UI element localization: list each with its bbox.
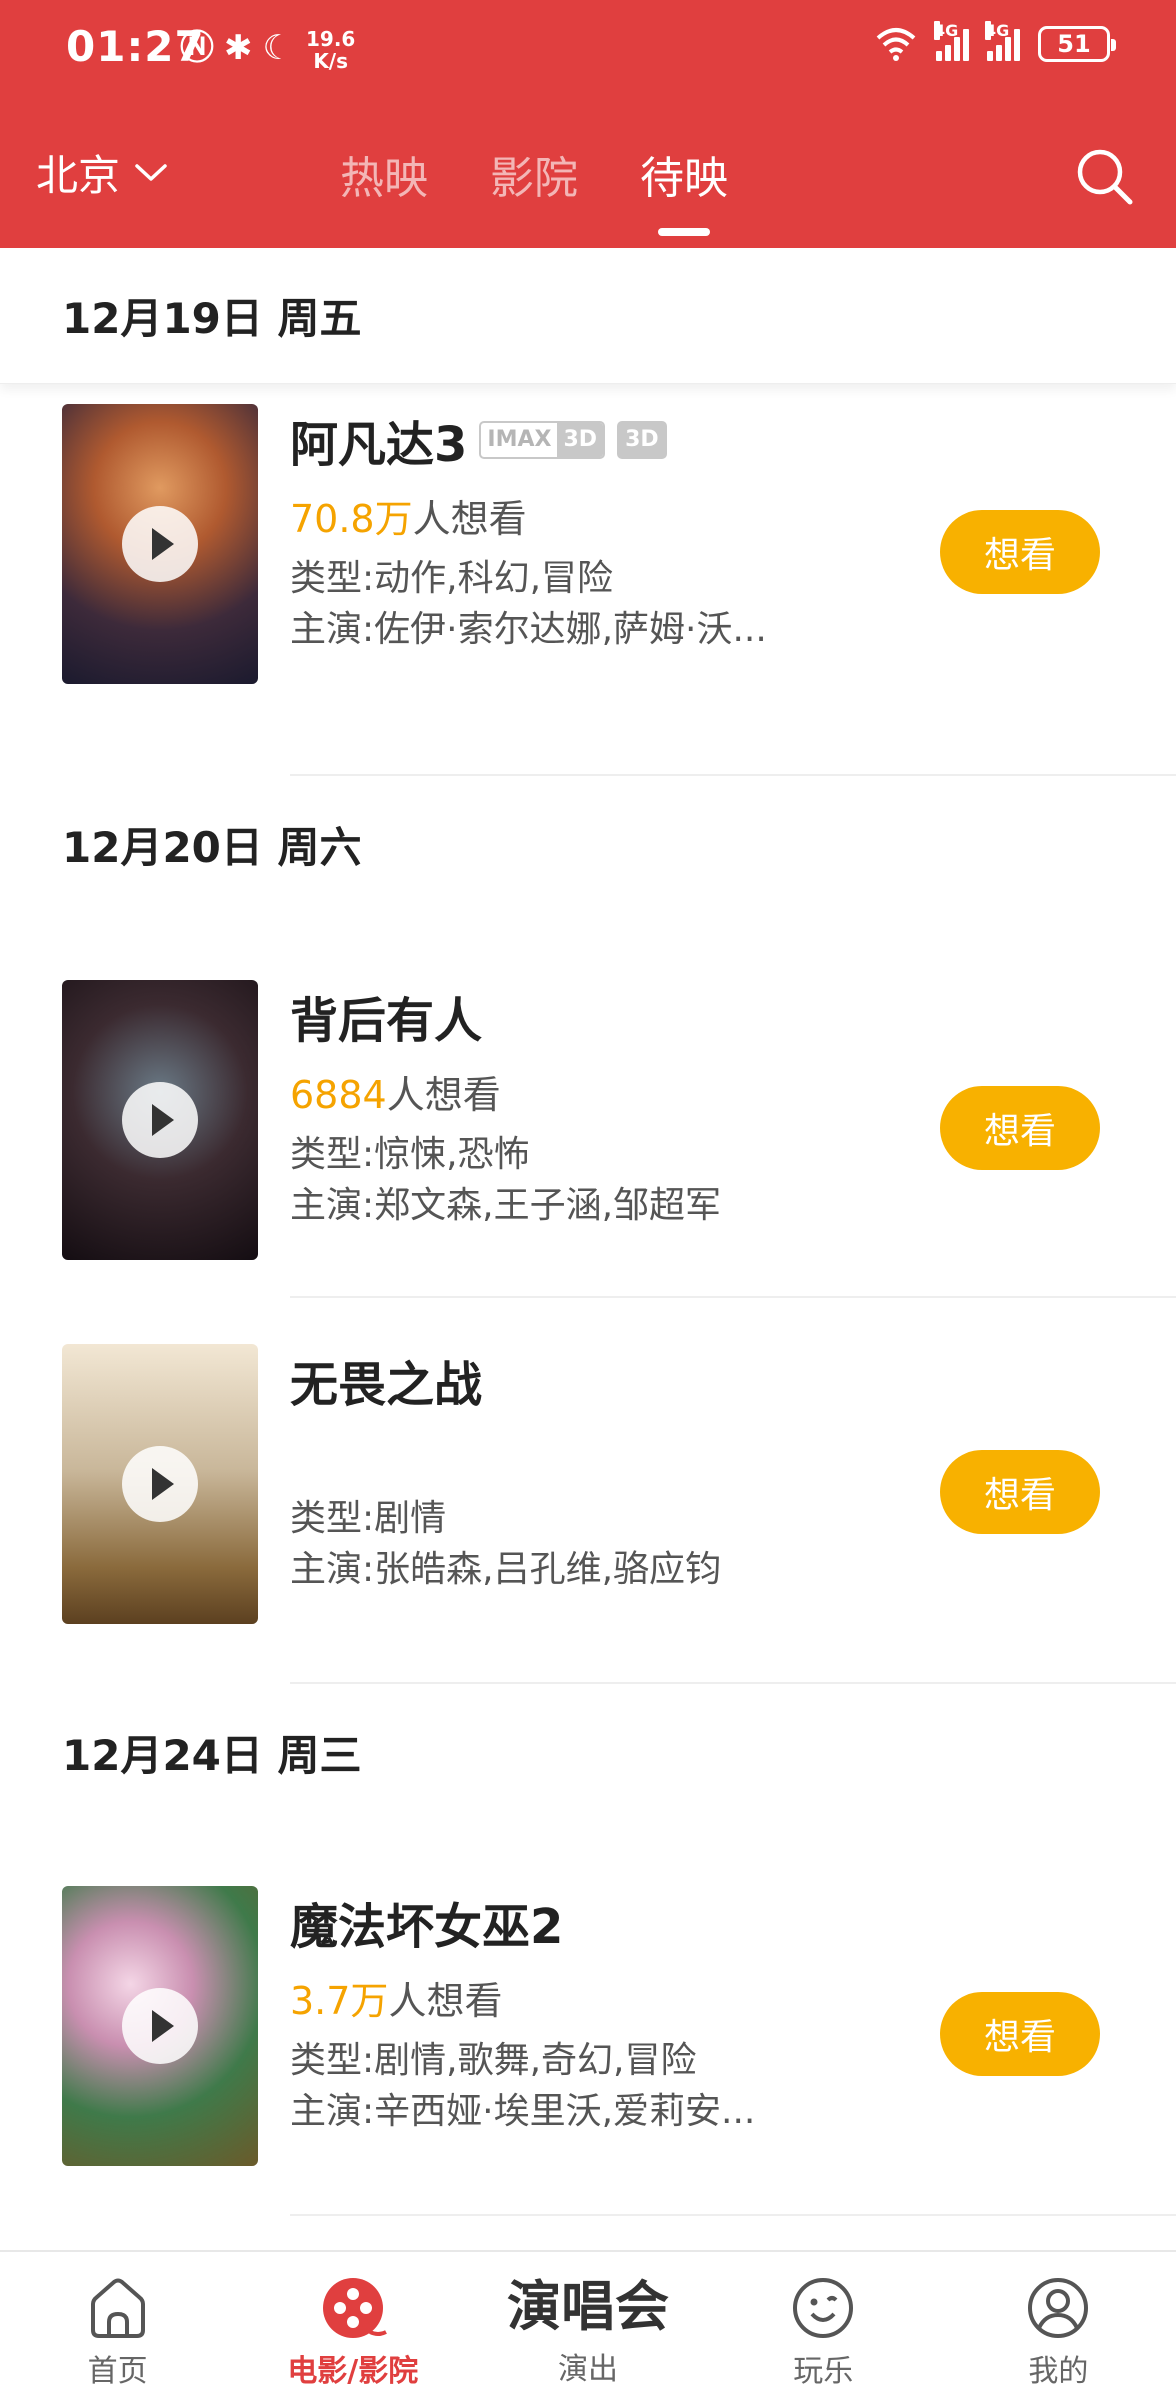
want-count: 70.8万人想看: [290, 476, 910, 541]
movie-title: 魔法坏女巫2: [290, 1899, 564, 1955]
cell-signal-1-label: 4G: [934, 21, 959, 40]
list-item[interactable]: 阿凡达3 IMAX 3D 3D 70.8万人想看 类型:动作,科幻,冒险 主演:…: [0, 404, 1176, 776]
want-count-empty: [290, 1416, 910, 1478]
status-bar: 01:27 Ⓝ ✱ ☾ 19.6 K/s 4G 4G 51: [0, 0, 1176, 100]
chevron-down-icon: [135, 163, 167, 181]
movie-poster[interactable]: [62, 404, 258, 684]
tab-coming-soon[interactable]: 待映: [640, 142, 728, 230]
moon-icon: ☾: [262, 28, 293, 68]
movie-poster[interactable]: [62, 1886, 258, 2166]
movie-cast: 主演:佐伊·索尔达娜,萨姆·沃...: [290, 609, 767, 650]
movie-poster[interactable]: [62, 1344, 258, 1624]
bottom-nav-label: 演出: [558, 2352, 618, 2387]
bottom-nav-home[interactable]: 首页: [0, 2252, 235, 2400]
want-count-suffix: 人想看: [412, 497, 527, 541]
play-icon[interactable]: [122, 506, 198, 582]
bottom-nav-label: 电影/影院: [287, 2354, 419, 2389]
bluetooth-icon: ✱: [224, 28, 253, 68]
list-item[interactable]: 背后有人 6884人想看 类型:惊悚,恐怖 主演:郑文森,王子涵,邹超军 想看: [0, 912, 1176, 1298]
battery-icon: 51: [1038, 26, 1116, 62]
title-row: 魔法坏女巫2: [290, 1886, 910, 1958]
imax-3d-label: 3D: [557, 423, 604, 457]
movie-cast: 主演:辛西娅·埃里沃,爱莉安...: [290, 2091, 756, 2132]
network-speed: 19.6 K/s: [306, 28, 355, 72]
movie-info: 无畏之战 类型:剧情 主演:张皓森,吕孔维,骆应钧: [290, 1344, 910, 1602]
movie-title: 背后有人: [290, 993, 483, 1049]
city-name: 北京: [36, 151, 121, 200]
cell-signal-1-icon: 4G: [934, 21, 969, 61]
imax-3d-badge: IMAX 3D: [479, 421, 606, 459]
status-right-icons: 4G 4G 51: [874, 21, 1116, 62]
movie-title: 无畏之战: [290, 1357, 483, 1413]
bottom-nav-movies[interactable]: 电影/影院: [235, 2252, 470, 2400]
title-row: 背后有人: [290, 980, 910, 1052]
movie-info: 阿凡达3 IMAX 3D 3D 70.8万人想看 类型:动作,科幻,冒险 主演:…: [290, 404, 910, 662]
divider: [290, 2214, 1176, 2216]
bottom-nav-label: 我的: [1028, 2354, 1089, 2389]
play-icon[interactable]: [122, 1446, 198, 1522]
home-icon: [90, 2278, 145, 2338]
bottom-nav-shows[interactable]: 演唱会 演出: [470, 2252, 705, 2400]
want-button[interactable]: 想看: [940, 1450, 1100, 1534]
top-nav: 北京 热映 影院 待映: [0, 120, 1176, 220]
bottom-nav-label: 玩乐: [793, 2354, 854, 2389]
want-count-number: 3.7万: [290, 1979, 389, 2023]
cell-signal-2-label: 4G: [985, 21, 1010, 40]
want-button[interactable]: 想看: [940, 1992, 1100, 2076]
battery-level: 51: [1057, 30, 1091, 58]
title-row: 阿凡达3 IMAX 3D 3D: [290, 404, 910, 476]
network-speed-value: 19.6: [306, 27, 356, 51]
imax-label: IMAX: [487, 427, 552, 452]
divider: [290, 1682, 1176, 1684]
list-item[interactable]: 魔法坏女巫2 3.7万人想看 类型:剧情,歌舞,奇幻,冒险 主演:辛西娅·埃里沃…: [0, 1820, 1176, 2240]
movie-list[interactable]: 12月19日 周五 阿凡达3 IMAX 3D 3D 70.8万人想看 类型:动作…: [0, 248, 1176, 2250]
film-reel-icon: [322, 2278, 387, 2338]
movie-poster[interactable]: [62, 980, 258, 1260]
play-icon[interactable]: [122, 1082, 198, 1158]
title-row: 无畏之战: [290, 1344, 910, 1416]
bottom-nav-fun[interactable]: 玩乐: [706, 2252, 941, 2400]
tab-now-showing[interactable]: 热映: [340, 142, 428, 230]
date-header: 12月20日 周六: [62, 822, 362, 872]
want-count-number: 70.8万: [290, 497, 413, 541]
tab-cinemas[interactable]: 影院: [490, 142, 578, 230]
date-header: 12月24日 周三: [62, 1730, 362, 1780]
movie-cast: 主演:郑文森,王子涵,邹超军: [290, 1185, 722, 1226]
play-icon[interactable]: [122, 1988, 198, 2064]
want-button[interactable]: 想看: [940, 1086, 1100, 1170]
smiley-icon: [793, 2278, 854, 2338]
network-speed-unit: K/s: [313, 49, 349, 73]
user-icon: [1028, 2278, 1089, 2338]
nfc-icon: Ⓝ: [180, 28, 214, 68]
want-button[interactable]: 想看: [940, 510, 1100, 594]
movie-info: 魔法坏女巫2 3.7万人想看 类型:剧情,歌舞,奇幻,冒险 主演:辛西娅·埃里沃…: [290, 1886, 910, 2144]
movie-genre: 类型:惊悚,恐怖: [290, 1134, 530, 1175]
bottom-nav-label: 首页: [87, 2354, 148, 2389]
status-left-icons: Ⓝ ✱ ☾: [180, 28, 293, 68]
wifi-icon: [876, 28, 916, 61]
concert-big-label: 演唱会: [507, 2275, 669, 2338]
want-count: 3.7万人想看: [290, 1958, 910, 2023]
city-selector[interactable]: 北京: [36, 142, 168, 203]
search-icon[interactable]: [1072, 144, 1136, 208]
movie-genre: 类型:动作,科幻,冒险: [290, 558, 614, 599]
bottom-nav-mine[interactable]: 我的: [941, 2252, 1176, 2400]
want-count-suffix: 人想看: [388, 1979, 503, 2023]
app-header: 01:27 Ⓝ ✱ ☾ 19.6 K/s 4G 4G 51 北京 热映 影院 待…: [0, 0, 1176, 248]
tab-bar: 热映 影院 待映: [340, 142, 728, 230]
list-item[interactable]: 无畏之战 类型:剧情 主演:张皓森,吕孔维,骆应钧 想看: [0, 1298, 1176, 1684]
divider: [290, 774, 1176, 776]
bottom-nav: 首页 电影/影院 演唱会 演出 玩乐 我的: [0, 2250, 1176, 2400]
movie-info: 背后有人 6884人想看 类型:惊悚,恐怖 主演:郑文森,王子涵,邹超军: [290, 980, 910, 1238]
cell-signal-2-icon: 4G: [985, 21, 1020, 61]
movie-cast: 主演:张皓森,吕孔维,骆应钧: [290, 1549, 722, 1590]
date-header: 12月19日 周五: [0, 248, 1176, 384]
movie-genre: 类型:剧情: [290, 1498, 447, 1539]
movie-title: 阿凡达3: [290, 417, 468, 473]
movie-genre: 类型:剧情,歌舞,奇幻,冒险: [290, 2040, 697, 2081]
3d-badge: 3D: [617, 421, 667, 459]
want-count-suffix: 人想看: [386, 1073, 501, 1117]
want-count: 6884人想看: [290, 1052, 910, 1117]
want-count-number: 6884: [290, 1073, 387, 1117]
